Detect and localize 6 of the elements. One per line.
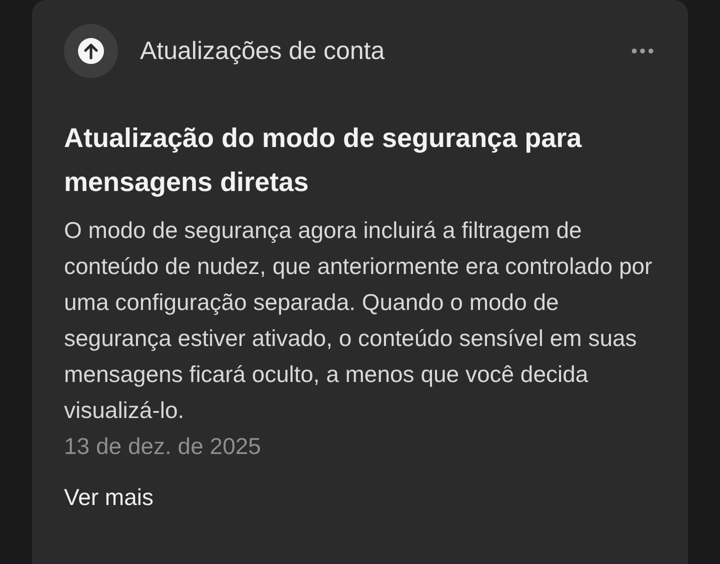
notice-date: 13 de dez. de 2025	[64, 432, 262, 461]
see-more-link[interactable]: Ver mais	[64, 484, 154, 511]
more-menu-button[interactable]: •••	[631, 40, 656, 62]
section-title: Atualizações de conta	[140, 36, 386, 66]
notice-title: Atualização do modo de segurança para mensagens diretas	[64, 122, 583, 199]
notice-body: O modo de segurança agora incluirá a filtragem de conteúdo de nudez, que anteriormente era controlado por uma configuração separada. Quando o modo de segurança estiver ativado, o conteúdo sensível em suas mensagens ficará oculto, a menos que você decida visualizá-lo.	[64, 216, 654, 425]
